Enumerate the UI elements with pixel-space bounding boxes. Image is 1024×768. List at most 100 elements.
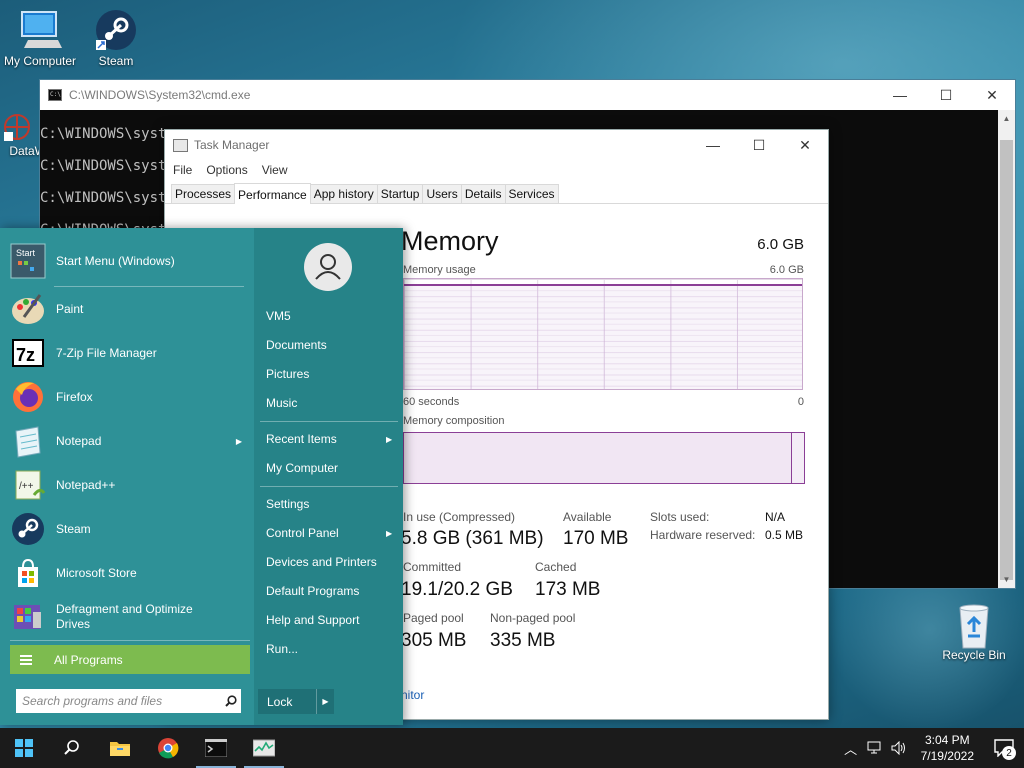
chrome-icon [158,738,179,759]
available-label: Available [563,510,612,524]
start-menu-item-7zip[interactable]: 7z 7-Zip File Manager [10,332,248,374]
open-resource-monitor-link[interactable]: nitor [401,688,424,702]
menu-view[interactable]: View [262,163,288,177]
start-menu-help-support[interactable]: Help and Support [266,613,359,627]
close-button[interactable]: ✕ [782,130,828,160]
windows-logo-icon [15,739,33,757]
slots-used-value: N/A [765,510,786,524]
show-hidden-icons-chevron-icon[interactable]: ︿ [839,739,863,758]
folder-icon [110,742,130,756]
action-center-button[interactable]: 2 [984,728,1024,768]
cmd-titlebar[interactable]: C:\WINDOWS\System32\cmd.exe — ☐ ✕ [40,80,1015,110]
notepadpp-icon: /++ [10,467,46,503]
scroll-down-icon[interactable]: ▼ [998,571,1015,588]
cmd-title: C:\WINDOWS\System32\cmd.exe [69,88,251,102]
taskbar-file-explorer[interactable] [96,728,144,768]
clock[interactable]: 3:04 PM 7/19/2022 [911,732,984,764]
desktop-icon-my-computer[interactable]: My Computer [0,8,80,68]
tab-processes[interactable]: Processes [171,184,236,203]
taskbar-task-manager[interactable] [240,728,288,768]
lock-button[interactable]: Lock ▶ [258,689,334,714]
search-box[interactable]: Search programs and files [16,689,241,713]
divider [10,640,250,641]
start-menu-documents[interactable]: Documents [266,338,327,352]
start-menu-item-microsoft-store[interactable]: Microsoft Store [10,552,248,594]
submenu-arrow-icon: ▶ [235,436,242,446]
search-input[interactable]: Search programs and files [22,694,221,708]
computer-icon [18,8,62,52]
all-programs-button[interactable]: All Programs [10,645,250,674]
recycle-bin-icon [952,602,996,649]
start-menu-default-programs[interactable]: Default Programs [266,584,359,598]
search-icon[interactable] [221,695,241,707]
svg-text:/++: /++ [19,481,34,492]
start-menu-item-firefox[interactable]: Firefox [10,376,248,418]
scrollbar-thumb[interactable] [1000,140,1013,580]
cached-label: Cached [535,560,577,574]
start-menu-windows-item[interactable]: Start Start Menu (Windows) [10,240,248,282]
start-menu-item-steam[interactable]: Steam [10,508,248,550]
menu-file[interactable]: File [173,163,192,177]
start-menu-item-defragment[interactable]: Defragment and Optimize Drives [10,596,248,638]
start-menu-music[interactable]: Music [266,396,297,410]
non-paged-pool-label: Non-paged pool [490,611,576,625]
svg-text:7z: 7z [16,345,35,365]
start-menu-run[interactable]: Run... [266,642,298,656]
firefox-icon [10,379,46,415]
cmd-icon [205,739,227,757]
tab-users[interactable]: Users [422,184,462,203]
start-menu-item-notepad[interactable]: Notepad ▶ [10,420,248,462]
task-manager-titlebar[interactable]: Task Manager — ☐ ✕ [165,130,828,160]
start-button[interactable] [0,728,48,768]
taskbar-chrome[interactable] [144,728,192,768]
taskbar-cmd[interactable] [192,728,240,768]
memory-usage-label: Memory usage [403,264,476,276]
scroll-up-icon[interactable]: ▲ [998,110,1015,127]
start-menu-item-notepadpp[interactable]: /++ Notepad++ [10,464,248,506]
tab-app-history[interactable]: App history [309,184,378,203]
taskbar-search-button[interactable] [48,728,96,768]
start-menu-my-computer[interactable]: My Computer [266,461,338,475]
tab-performance[interactable]: Performance [234,183,311,204]
menubar: File Options View [165,160,828,180]
tab-startup[interactable]: Startup [376,184,424,203]
network-icon[interactable] [863,741,887,755]
tab-details[interactable]: Details [460,184,506,203]
start-menu-icon: Start [10,243,46,279]
start-menu-devices-printers[interactable]: Devices and Printers [266,555,377,569]
memory-usage-graph [403,278,803,390]
maximize-button[interactable]: ☐ [923,80,969,110]
all-programs-label: All Programs [54,652,123,667]
notepad-icon [10,423,46,459]
memory-composition-label: Memory composition [403,415,505,427]
start-menu-user[interactable]: VM5 [266,309,291,323]
cmd-scrollbar[interactable]: ▲ ▼ [998,110,1015,588]
volume-icon[interactable] [887,741,911,755]
minimize-button[interactable]: — [690,130,736,160]
desktop-icon-recycle-bin[interactable]: Recycle Bin [934,602,1014,662]
start-menu-item-paint[interactable]: Paint [10,288,248,330]
start-menu-item-label: Notepad++ [56,478,116,492]
maximize-button[interactable]: ☐ [736,130,782,160]
minimize-button[interactable]: — [877,80,923,110]
memory-heading: Memory [401,226,499,256]
start-menu-recent-items[interactable]: Recent Items [266,432,337,446]
search-icon [64,740,79,755]
user-avatar[interactable] [304,243,352,291]
start-menu-item-label: 7-Zip File Manager [56,346,157,360]
tab-services[interactable]: Services [504,184,559,203]
start-menu-item-label: Notepad [56,434,102,448]
desktop-icon-steam[interactable]: Steam [76,8,156,68]
lock-options-arrow-icon[interactable]: ▶ [316,689,334,714]
committed-value: 19.1/20.2 GB [401,579,513,600]
datawc-icon [2,112,32,142]
menu-options[interactable]: Options [206,163,247,177]
microsoft-store-icon [10,555,46,591]
taskbar: ︿ 3:04 PM 7/19/2022 2 [0,728,1024,768]
start-menu-pictures[interactable]: Pictures [266,367,309,381]
task-manager-title: Task Manager [194,138,270,152]
start-menu-settings[interactable]: Settings [266,497,309,511]
paint-icon [10,291,46,327]
close-button[interactable]: ✕ [969,80,1015,110]
start-menu-control-panel[interactable]: Control Panel [266,526,339,540]
